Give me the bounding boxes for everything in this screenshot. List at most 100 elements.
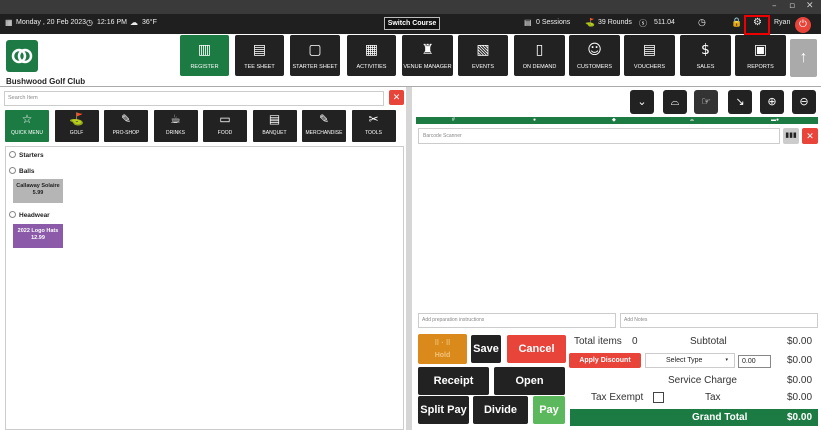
category-food-button[interactable]: ▭ FOOD <box>203 110 247 142</box>
weather-icon: ☁ <box>130 18 138 27</box>
restore-button[interactable]: ▫ <box>789 1 795 11</box>
barcode-input[interactable]: Barcode Scanner <box>418 128 780 144</box>
cart-icon[interactable]: ⌓ <box>663 90 687 114</box>
nav-venue-manager-button[interactable]: ♜ VENUE MANAGER <box>402 35 453 76</box>
apply-discount-button[interactable]: Apply Discount <box>569 353 641 368</box>
tag-icon: ◆ <box>612 117 616 123</box>
section-headwear[interactable]: Headwear <box>9 211 50 219</box>
category-quick-menu-button[interactable]: ☆ QUICK MENU <box>5 110 49 142</box>
search-clear-icon[interactable]: ✕ <box>389 90 404 105</box>
tools-icon: ✂ <box>368 112 379 126</box>
discount-type-select[interactable]: Select Type ▾ <box>645 353 735 368</box>
power-icon[interactable]: ⏻ <box>795 17 811 33</box>
scroll-up-arrow-icon[interactable]: ↑ <box>790 39 817 77</box>
total-items-label: Total items <box>574 336 622 347</box>
nav-starter-sheet-button[interactable]: ▢ STARTER SHEET <box>290 35 340 76</box>
pane-splitter[interactable] <box>406 87 412 430</box>
sales-icon: $ <box>701 42 710 58</box>
customers-icon: ☺ <box>587 42 602 58</box>
grand-total-label: Grand Total <box>692 412 748 423</box>
hold-label: Hold <box>434 352 451 359</box>
hold-dots-icon: ⠿ · ⠿ <box>434 340 451 347</box>
nav-on-demand-button[interactable]: ▯ ON DEMAND <box>514 35 565 76</box>
sessions-icon: ▤ <box>524 18 532 27</box>
item-tile[interactable]: Callaway Solaire 5.99 <box>13 179 63 203</box>
chevron-down-icon[interactable]: ⌄ <box>630 90 654 114</box>
nav-vouchers-button[interactable]: ▤ VOUCHERS <box>624 35 675 76</box>
time-text: 12:16 PM <box>97 19 127 26</box>
switch-course-button[interactable]: Switch Course <box>384 17 440 30</box>
window-close-button[interactable]: ✕ <box>806 1 814 11</box>
barcode-icon[interactable]: ▮▮▮ <box>783 128 799 144</box>
chevron-down-icon: ▾ <box>725 357 728 363</box>
reports-icon: ▣ <box>753 42 768 58</box>
item-tile[interactable]: 2022 Logo Hats 12.99 <box>13 224 63 248</box>
section-balls[interactable]: Balls <box>9 167 35 175</box>
amount-text[interactable]: 511.04 <box>654 19 675 26</box>
search-input[interactable]: Search Item <box>4 91 384 106</box>
pro-shop-icon: ✎ <box>120 112 132 126</box>
nav-register-button[interactable]: ▥ REGISTER <box>180 35 229 76</box>
transfer-icon[interactable]: ↘ <box>728 90 752 114</box>
category-pro-shop-button[interactable]: ✎ PRO-SHOP <box>104 110 148 142</box>
nav-activities-button[interactable]: ▦ ACTIVITIES <box>347 35 396 76</box>
expand-icon <box>9 151 16 158</box>
prep-instructions-input[interactable]: Add preparation instructions <box>418 313 616 328</box>
vouchers-icon: ▤ <box>642 42 657 58</box>
user-name[interactable]: Ryan <box>774 19 790 26</box>
nav-reports-button[interactable]: ▣ REPORTS <box>735 35 786 76</box>
clock-button-icon[interactable]: ◷ <box>698 17 706 28</box>
hold-button[interactable]: ⠿ · ⠿ Hold <box>418 334 467 364</box>
nav-tee-sheet-button[interactable]: ▤ TEE SHEET <box>235 35 284 76</box>
add-icon[interactable]: ⊕ <box>760 90 784 114</box>
discount-value-input[interactable]: 0.00 <box>738 355 771 368</box>
nav-sales-button[interactable]: $ SALES <box>680 35 731 76</box>
item-name: 2022 Logo Hats <box>17 228 59 234</box>
food-icon: ▭ <box>219 112 231 126</box>
nav-events-button[interactable]: ▧ EVENTS <box>458 35 508 76</box>
minimize-button[interactable]: – <box>772 1 777 11</box>
cart-column-header: # ● ◆ ⌓ ▬● <box>416 117 818 124</box>
golf-icon: ⛳ <box>69 112 84 126</box>
category-label: BANQUET <box>262 130 287 136</box>
category-drinks-button[interactable]: ☕ DRINKS <box>153 110 198 142</box>
register-icon: ▥ <box>197 42 212 58</box>
nav-label: TEE SHEET <box>244 64 275 70</box>
handoff-icon[interactable]: ☞ <box>694 90 718 114</box>
lock-icon[interactable]: 🔒 <box>731 17 742 28</box>
open-button[interactable]: Open <box>494 367 565 395</box>
rounds-text[interactable]: 39 Rounds <box>598 19 632 26</box>
calendar-icon: ▦ <box>364 42 379 58</box>
split-pay-button[interactable]: Split Pay <box>418 396 469 424</box>
nav-label: REPORTS <box>747 64 774 70</box>
category-label: QUICK MENU <box>11 130 43 136</box>
category-tools-button[interactable]: ✂ TOOLS <box>351 110 396 142</box>
nav-label: ON DEMAND <box>522 64 557 70</box>
dollar-circle-icon: ⓢ <box>639 19 647 28</box>
drinks-icon: ☕ <box>170 112 181 126</box>
nav-label: VENUE MANAGER <box>403 64 452 70</box>
nav-customers-button[interactable]: ☺ CUSTOMERS <box>569 35 620 76</box>
cancel-button[interactable]: Cancel <box>507 335 566 363</box>
card-person-icon: ▬● <box>771 117 780 123</box>
divide-pay-button[interactable]: Divide Pay <box>473 396 528 424</box>
tee-sheet-icon: ▤ <box>252 42 267 58</box>
remove-icon[interactable]: ⊖ <box>792 90 816 114</box>
category-banquet-button[interactable]: ▤ BANQUET <box>252 110 297 142</box>
sessions-text[interactable]: 0 Sessions <box>536 19 570 26</box>
notes-input[interactable]: Add Notes <box>620 313 818 328</box>
top-status-bar: ▦ Monday , 20 Feb 2023 ◷ 12:16 PM ☁ 36°F… <box>0 14 821 35</box>
category-golf-button[interactable]: ⛳ GOLF <box>54 110 99 142</box>
gear-icon[interactable]: ⚙ <box>753 17 762 28</box>
pay-button[interactable]: Pay <box>533 396 565 424</box>
save-button[interactable]: Save <box>471 335 501 363</box>
person-icon: ● <box>533 117 537 123</box>
tax-label: Tax <box>705 392 721 403</box>
receipt-button[interactable]: Receipt <box>418 367 489 395</box>
section-starters[interactable]: Starters <box>9 151 44 159</box>
tax-exempt-checkbox[interactable] <box>653 392 664 403</box>
barcode-clear-icon[interactable]: ✕ <box>802 128 818 144</box>
category-merchandise-button[interactable]: ✎ MERCHANDISE <box>302 110 346 142</box>
logo-mark-icon <box>11 48 33 64</box>
nav-label: SALES <box>696 64 715 70</box>
